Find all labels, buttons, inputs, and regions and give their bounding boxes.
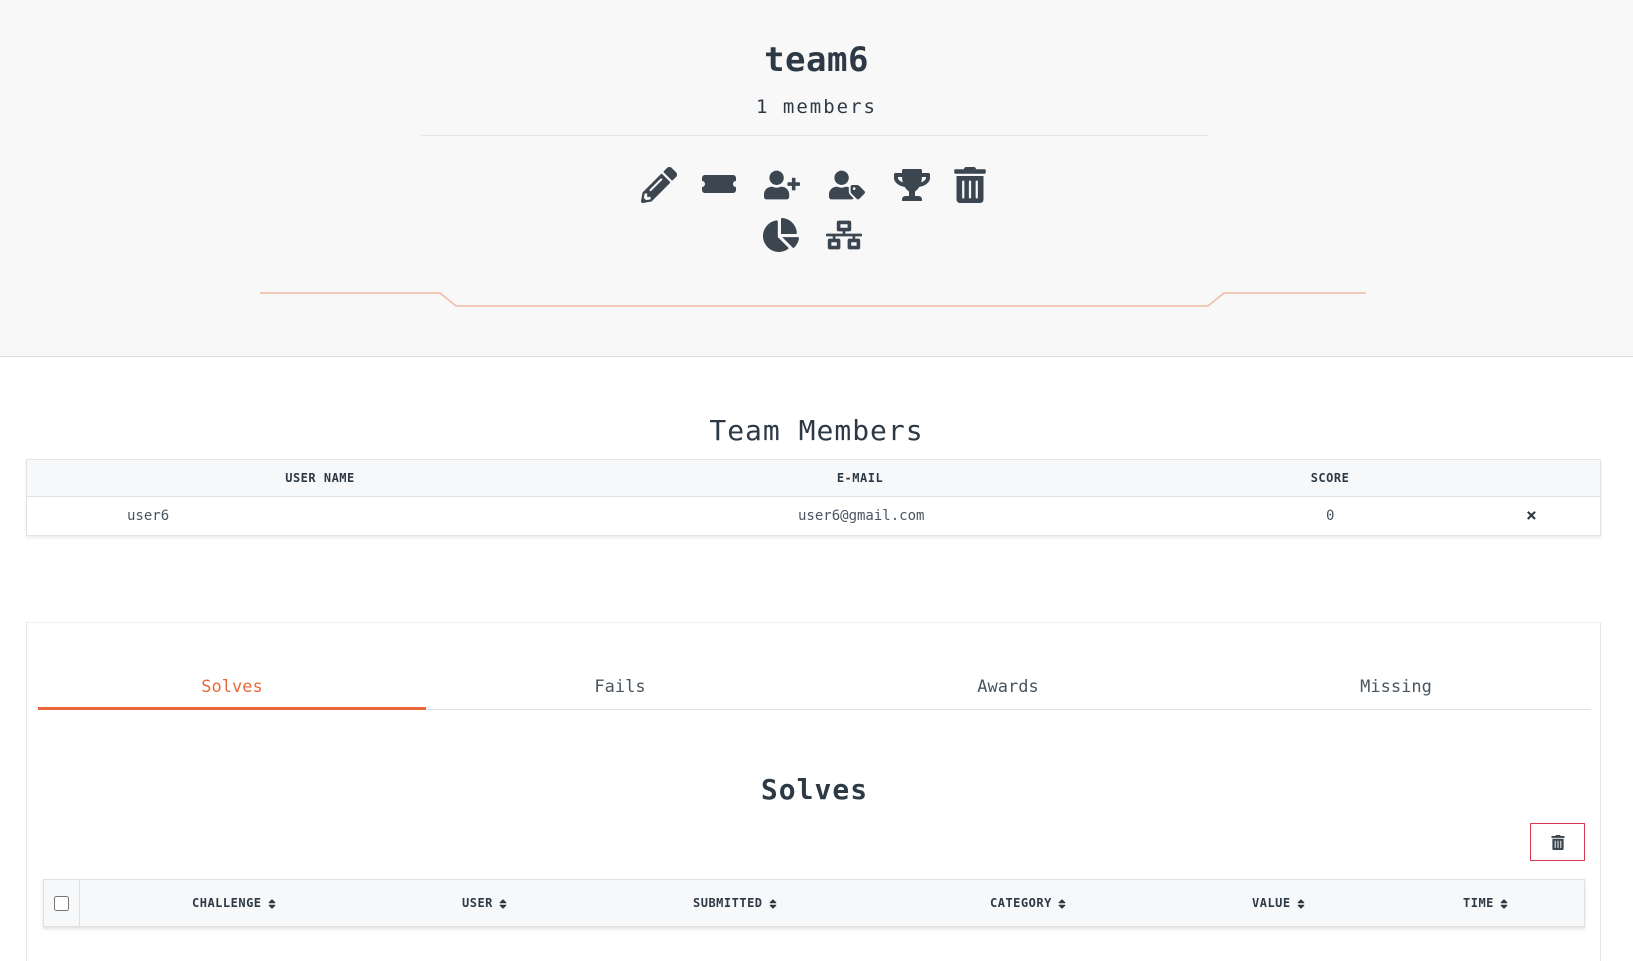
member-email: user6@gmail.com xyxy=(798,508,925,524)
member-username[interactable]: user6 xyxy=(127,497,169,535)
solves-title: Solves xyxy=(760,773,869,806)
sort-icon xyxy=(1297,898,1305,910)
column-header-label: CATEGORY xyxy=(990,896,1052,910)
column-header-value[interactable]: VALUE xyxy=(1252,880,1305,926)
trophy-icon xyxy=(894,169,930,201)
members-table: USER NAME E-MAIL SCORE user6 user6@gmail… xyxy=(26,459,1601,536)
sort-icon xyxy=(1058,898,1066,910)
chart-pie-icon xyxy=(763,218,799,252)
decorative-line xyxy=(260,292,1366,307)
choose-captain-button[interactable] xyxy=(827,165,867,205)
award-team-button[interactable] xyxy=(892,165,932,205)
divider xyxy=(421,135,1208,136)
tab-bar: Solves Fails Awards Missing xyxy=(38,668,1591,710)
column-header-label: SUBMITTED xyxy=(693,896,763,910)
column-header-score: SCORE xyxy=(1310,471,1350,485)
results-panel: Solves Fails Awards Missing Solves CHALL… xyxy=(26,622,1601,961)
trash-icon xyxy=(1550,834,1565,850)
sort-icon xyxy=(499,898,507,910)
team-name: team6 xyxy=(764,40,869,80)
view-stats-button[interactable] xyxy=(761,215,801,255)
tab-fails[interactable]: Fails xyxy=(426,668,814,710)
column-header-category[interactable]: CATEGORY xyxy=(990,880,1066,926)
column-header-label: VALUE xyxy=(1252,896,1291,910)
user-tag-icon xyxy=(829,170,865,200)
select-all-checkbox[interactable] xyxy=(54,895,69,911)
column-header-submitted[interactable]: SUBMITTED xyxy=(693,880,777,926)
trash-icon xyxy=(954,167,986,203)
tab-solves[interactable]: Solves xyxy=(38,668,426,710)
sort-icon xyxy=(268,898,276,910)
user-plus-icon xyxy=(764,170,800,200)
remove-member-button[interactable]: × xyxy=(1526,497,1537,535)
table-row: user6 user6@gmail.com 0 × xyxy=(27,497,1600,535)
members-table-header: USER NAME E-MAIL SCORE xyxy=(27,460,1600,497)
ticket-icon xyxy=(702,175,736,193)
member-score: 0 xyxy=(1326,508,1335,524)
edit-team-button[interactable] xyxy=(639,165,679,205)
column-header-label: CHALLENGE xyxy=(192,896,262,910)
delete-selected-button[interactable] xyxy=(1530,823,1585,861)
tab-missing[interactable]: Missing xyxy=(1202,668,1590,710)
team-members-title: Team Members xyxy=(709,414,924,447)
column-header-label: USER xyxy=(462,896,493,910)
column-header-challenge[interactable]: CHALLENGE xyxy=(192,880,276,926)
team-header: team6 1 members xyxy=(0,0,1633,357)
select-all-cell xyxy=(44,880,80,926)
pencil-icon xyxy=(641,167,677,203)
members-count: 1 members xyxy=(756,96,877,118)
solves-table-header: CHALLENGE USER SUBMITTED CATEGORY VALUE … xyxy=(43,879,1585,927)
view-token-button[interactable] xyxy=(699,165,739,205)
column-header-user[interactable]: USER xyxy=(462,880,507,926)
add-member-button[interactable] xyxy=(762,165,802,205)
delete-team-button[interactable] xyxy=(950,165,990,205)
view-addresses-button[interactable] xyxy=(824,215,864,255)
column-header-time[interactable]: TIME xyxy=(1463,880,1508,926)
sort-icon xyxy=(1500,898,1508,910)
column-header-email: E-MAIL xyxy=(836,471,884,485)
tab-awards[interactable]: Awards xyxy=(814,668,1202,710)
column-header-username: USER NAME xyxy=(285,471,355,485)
column-header-label: TIME xyxy=(1463,896,1494,910)
sort-icon xyxy=(769,898,777,910)
network-icon xyxy=(826,220,862,250)
